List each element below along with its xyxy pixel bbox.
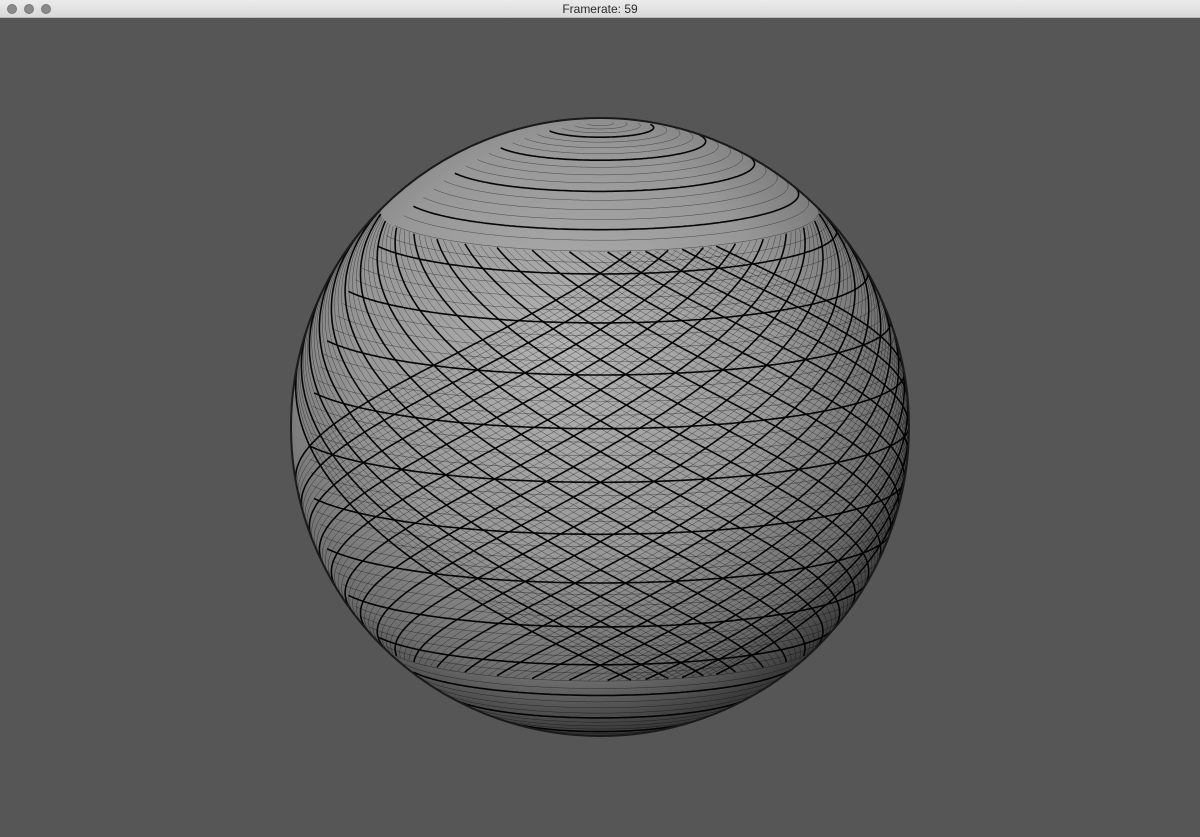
window-title: Framerate: 59 xyxy=(562,2,638,16)
title-bar[interactable]: Framerate: 59 xyxy=(0,0,1200,18)
sphere-render xyxy=(290,117,910,737)
render-viewport[interactable] xyxy=(0,18,1200,837)
app-window: Framerate: 59 xyxy=(0,0,1200,837)
sphere-body xyxy=(291,118,909,736)
